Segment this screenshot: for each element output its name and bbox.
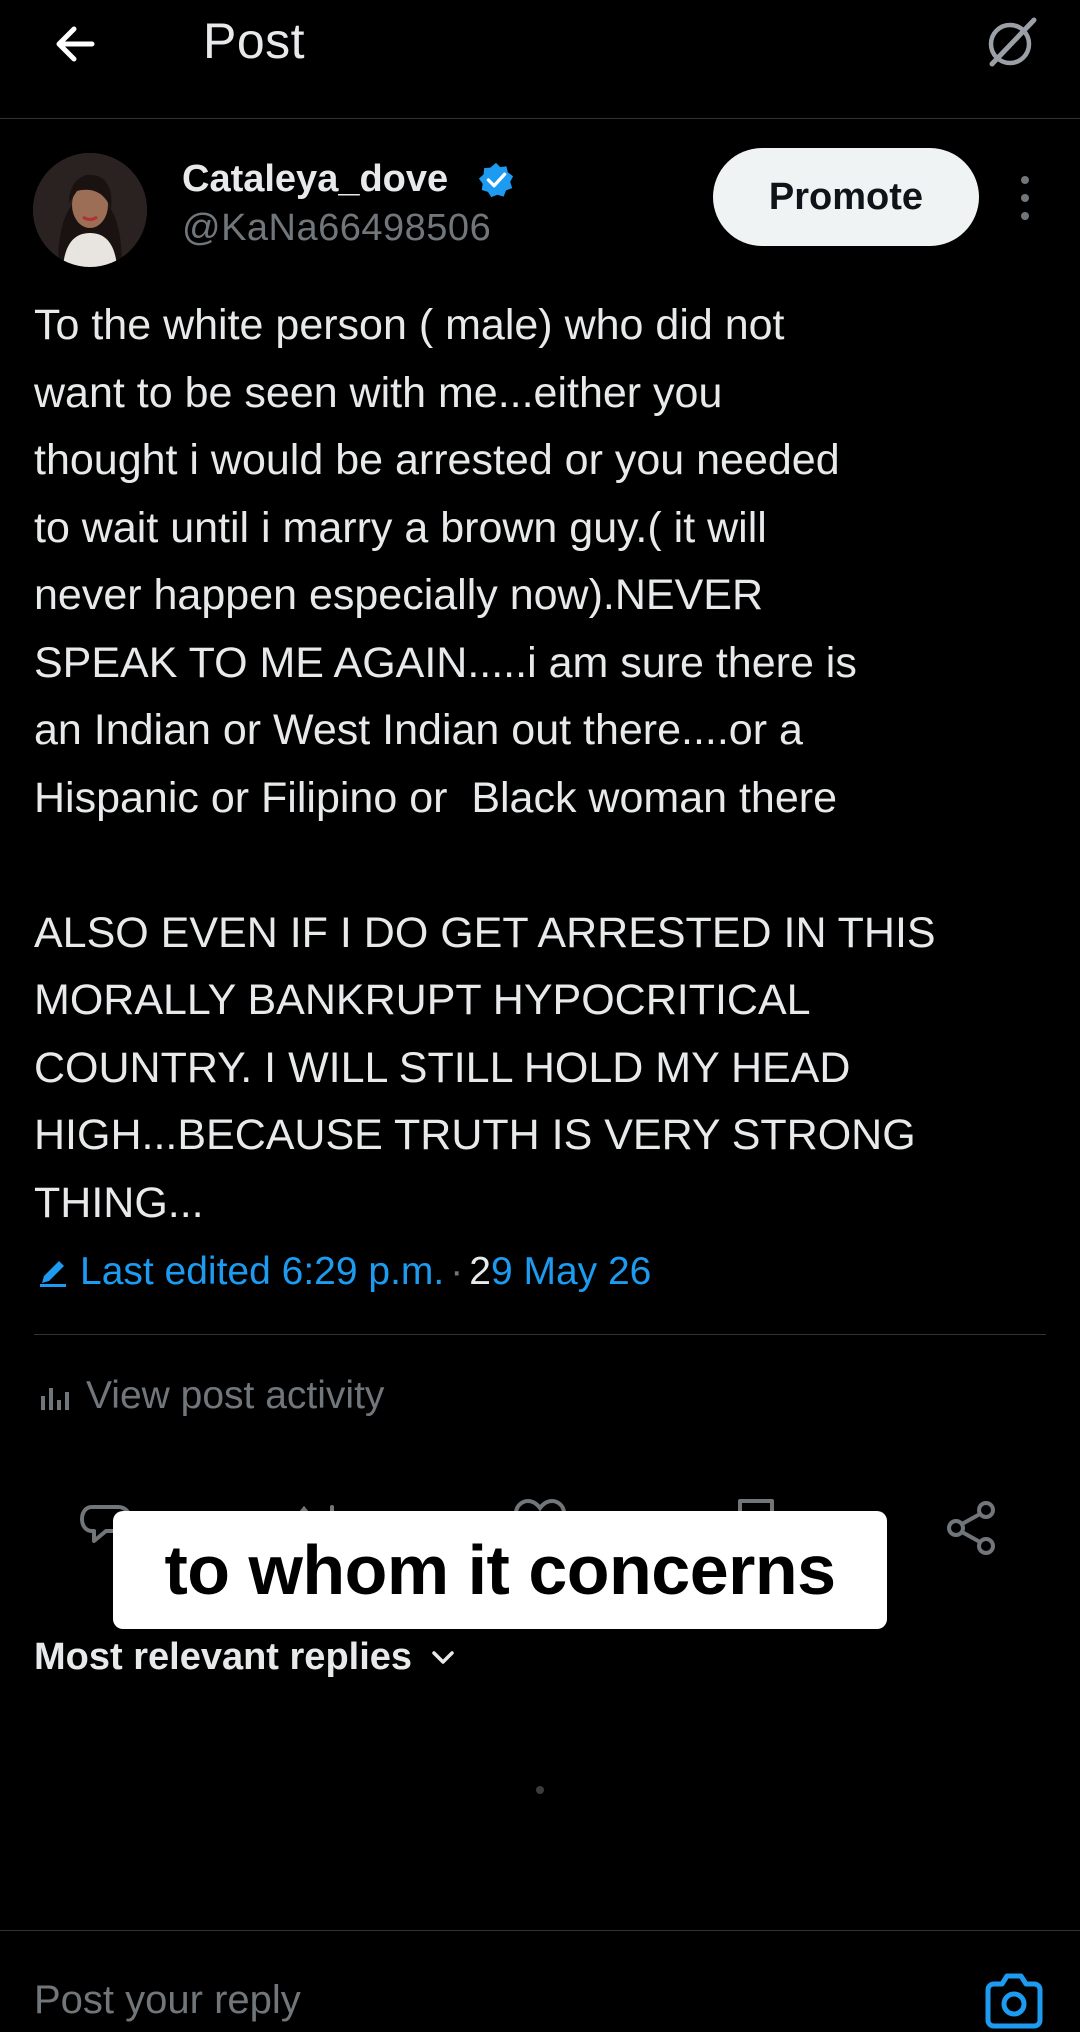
author-handle[interactable]: @KaNa66498506 [182, 207, 491, 250]
video-caption-overlay: to whom it concerns [113, 1511, 887, 1629]
share-icon[interactable] [944, 1500, 1000, 1556]
grok-icon[interactable] [980, 10, 1044, 74]
view-post-activity-link[interactable]: View post activity [38, 1374, 384, 1418]
timestamp-separator: · [450, 1250, 464, 1293]
view-post-activity-label[interactable]: View post activity [86, 1374, 384, 1418]
post-body-text: To the white person ( male) who did not … [34, 301, 936, 1227]
bar-chart-icon [41, 1388, 69, 1410]
promote-button[interactable]: Promote [713, 148, 979, 246]
top-bar: Post [0, 0, 1080, 119]
loading-indicator [536, 1786, 544, 1794]
post-date: 9 May 26 [490, 1250, 652, 1293]
page-title: Post [203, 13, 306, 69]
post-date-day-prefix: 2 [469, 1250, 491, 1293]
reply-input[interactable]: Post your reply [34, 1978, 301, 2023]
pencil-icon [40, 1261, 66, 1287]
replies-sort-dropdown[interactable]: Most relevant replies [34, 1636, 460, 1679]
camera-icon[interactable] [982, 1972, 1046, 2030]
more-vertical-icon[interactable] [1010, 170, 1040, 226]
arrow-left-icon[interactable] [48, 14, 108, 74]
avatar[interactable] [33, 153, 147, 267]
chevron-down-icon [432, 1650, 454, 1664]
replies-sort-label[interactable]: Most relevant replies [34, 1636, 412, 1679]
edited-label[interactable]: Last edited 6:29 p.m. [80, 1250, 444, 1294]
author-name[interactable]: Cataleya_dove [182, 158, 448, 201]
verified-badge-icon [478, 162, 514, 198]
divider [34, 1334, 1046, 1335]
avatar-image [33, 153, 147, 267]
post-screen: Post Cataleya_dove @KaNa66498506 Promote… [0, 0, 1080, 2032]
edited-timestamp[interactable]: Last edited 6:29 p.m. · 29 May 26 [36, 1250, 651, 1294]
